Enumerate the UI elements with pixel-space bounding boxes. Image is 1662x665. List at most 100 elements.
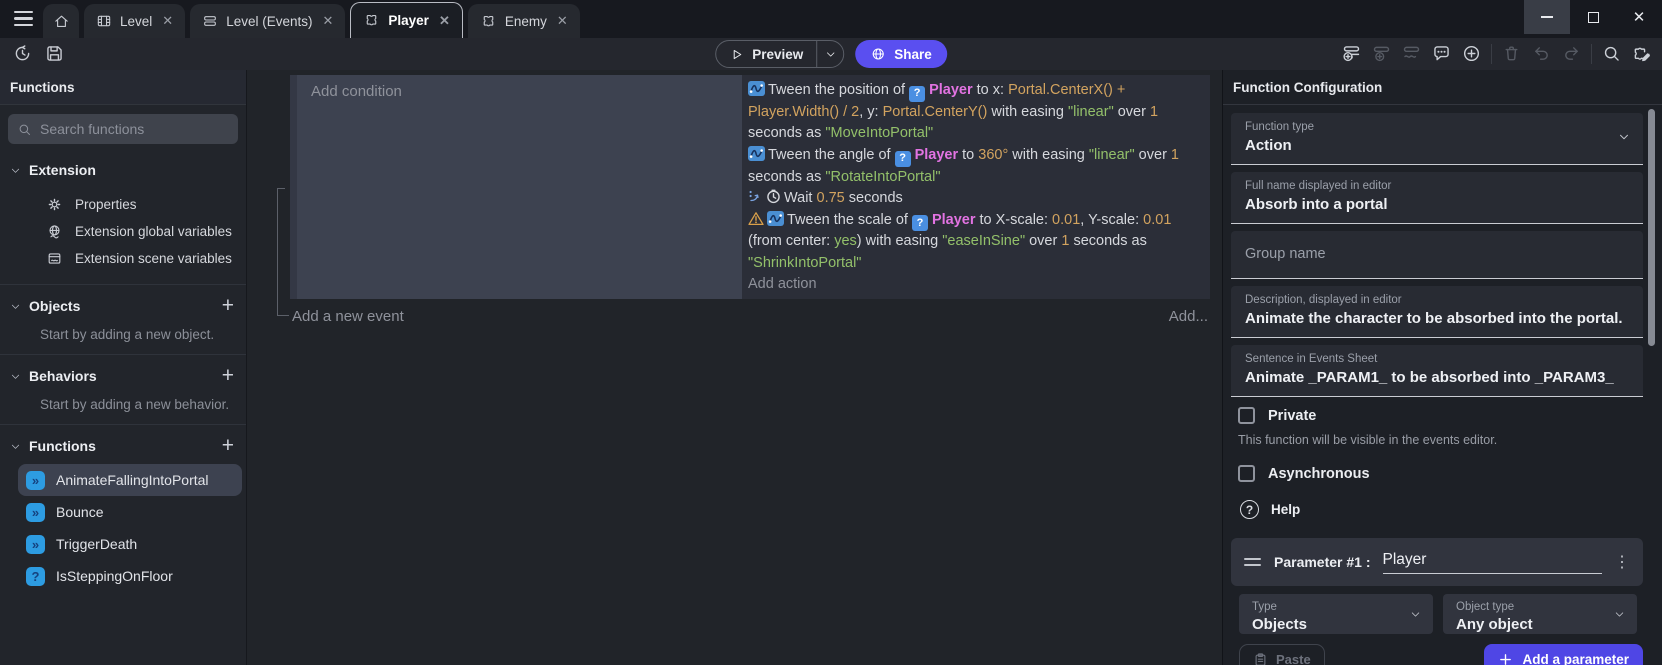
search-icon[interactable] (1601, 43, 1622, 64)
tab-enemy[interactable]: Enemy ✕ (468, 4, 580, 38)
comment-icon[interactable] (1431, 43, 1452, 64)
action-text-segment: Portal.CenterY() (883, 104, 988, 120)
chevron-down-icon[interactable] (10, 441, 21, 452)
save-icon[interactable] (44, 43, 65, 64)
help-button[interactable]: ? Help (1240, 500, 1643, 519)
function-item-issteppingonfloor[interactable]: ? IsSteppingOnFloor (18, 560, 242, 592)
tab-level[interactable]: Level ✕ (84, 4, 185, 38)
section-functions[interactable]: Functions + (0, 434, 246, 458)
edit-extension-icon[interactable] (1631, 43, 1652, 64)
sidebar-item-properties[interactable]: Properties (0, 191, 246, 218)
events-sheet-icon (202, 13, 218, 29)
add-function-button[interactable]: + (222, 436, 234, 456)
sidebar-item-extension-scene-variables[interactable]: Extension scene variables (0, 245, 246, 272)
private-checkbox[interactable] (1238, 407, 1255, 424)
undo-icon[interactable] (1531, 43, 1552, 64)
event-action[interactable]: Tween the position of ?Player to x: Port… (748, 80, 1200, 145)
drag-handle-icon[interactable] (1244, 558, 1261, 566)
field-label: Object type (1456, 601, 1624, 613)
full-name-field[interactable]: Full name displayed in editor Absorb int… (1231, 172, 1643, 224)
add-condition-button[interactable]: Add condition (311, 83, 402, 100)
function-type-select[interactable]: Function type Action (1231, 113, 1643, 165)
history-icon[interactable] (12, 43, 33, 64)
sidebar-item-label: Extension scene variables (75, 251, 232, 266)
parameter-name-input[interactable] (1383, 551, 1602, 574)
event-block[interactable]: Add condition Tween the position of ?Pla… (290, 75, 1210, 299)
delete-icon[interactable] (1501, 43, 1522, 64)
add-new-event-button[interactable]: Add a new event (292, 308, 404, 325)
action-text-segment: seconds (845, 190, 903, 206)
add-more-button[interactable]: Add... (1169, 308, 1208, 325)
function-container-bracket (277, 188, 289, 316)
event-action[interactable]: Tween the scale of ?Player to X-scale: 0… (748, 210, 1200, 275)
paste-button[interactable]: Paste (1239, 644, 1325, 665)
chevron-down-icon (1613, 608, 1626, 621)
add-other-events-icon[interactable] (1401, 43, 1422, 64)
kebab-menu-icon[interactable]: ⋮ (1614, 552, 1630, 572)
section-behaviors[interactable]: Behaviors + (0, 364, 246, 388)
add-action-button[interactable]: Add action (748, 274, 1200, 296)
section-extension[interactable]: Extension (0, 158, 246, 182)
field-value: Any object (1456, 616, 1624, 633)
sentence-field[interactable]: Sentence in Events Sheet Animate _PARAM1… (1231, 345, 1643, 397)
events-sheet[interactable]: Add condition Tween the position of ?Pla… (247, 70, 1222, 665)
object-type-select[interactable]: Object type Any object (1443, 594, 1637, 634)
close-tab-icon[interactable]: ✕ (322, 13, 333, 29)
function-item-bounce[interactable]: » Bounce (18, 496, 242, 528)
event-conditions-cell[interactable]: Add condition (290, 75, 742, 299)
action-text-segment: 360° (978, 147, 1008, 163)
gear-icon (46, 196, 63, 213)
panel-scrollbar[interactable] (1648, 109, 1655, 346)
asynchronous-checkbox[interactable] (1238, 465, 1255, 482)
function-item-triggerdeath[interactable]: » TriggerDeath (18, 528, 242, 560)
event-action[interactable]: Wait 0.75 seconds (748, 188, 1200, 210)
action-text-segment: Player (932, 212, 976, 228)
parameter-1-card[interactable]: Parameter #1 : ⋮ (1231, 538, 1643, 586)
add-circle-icon[interactable] (1461, 43, 1482, 64)
event-action[interactable]: Tween the angle of ?Player to 360° with … (748, 145, 1200, 188)
tab-level-events[interactable]: Level (Events) ✕ (190, 4, 345, 38)
private-helper-text: This function will be visible in the eve… (1238, 433, 1643, 447)
action-text-segment: "easeInSine" (942, 233, 1025, 249)
scene-icon (46, 250, 63, 267)
tab-home[interactable] (43, 4, 79, 38)
add-subevent-icon[interactable] (1371, 43, 1392, 64)
preview-button[interactable]: Preview (715, 40, 844, 68)
action-text-segment: Player (929, 82, 973, 98)
add-object-button[interactable]: + (222, 296, 234, 316)
function-action-icon: » (26, 503, 45, 522)
event-actions-cell[interactable]: Tween the position of ?Player to x: Port… (742, 75, 1210, 299)
close-tab-icon[interactable]: ✕ (557, 13, 568, 29)
preview-options-chevron-icon[interactable] (816, 41, 843, 67)
object-badge-icon: ? (909, 86, 925, 102)
share-button[interactable]: Share (855, 40, 947, 68)
redo-icon[interactable] (1561, 43, 1582, 64)
chevron-down-icon[interactable] (10, 371, 21, 382)
private-checkbox-row[interactable]: Private (1238, 407, 1643, 424)
section-objects[interactable]: Objects + (0, 294, 246, 318)
maximize-button[interactable] (1570, 0, 1616, 34)
close-window-button[interactable]: ✕ (1616, 0, 1662, 34)
chevron-down-icon[interactable] (10, 165, 21, 176)
chevron-down-icon[interactable] (10, 301, 21, 312)
search-input[interactable] (40, 121, 229, 137)
function-item-animatefallingintoportal[interactable]: » AnimateFallingIntoPortal (18, 464, 242, 496)
chevron-down-icon (1617, 130, 1631, 144)
sidebar-item-extension-global-variables[interactable]: Extension global variables (0, 218, 246, 245)
hamburger-menu-icon[interactable] (14, 11, 33, 26)
add-parameter-button[interactable]: Add a parameter (1484, 644, 1643, 665)
minimize-button[interactable] (1524, 0, 1570, 34)
tab-player[interactable]: Player ✕ (350, 2, 462, 38)
warning-icon (748, 211, 764, 226)
close-tab-icon[interactable]: ✕ (439, 13, 450, 29)
close-tab-icon[interactable]: ✕ (162, 13, 173, 29)
asynchronous-checkbox-row[interactable]: Asynchronous (1238, 465, 1643, 482)
field-value: Action (1245, 137, 1629, 155)
action-text-segment: with easing (1008, 147, 1089, 163)
add-event-icon[interactable] (1341, 43, 1362, 64)
description-field[interactable]: Description, displayed in editor Animate… (1231, 286, 1643, 338)
add-behavior-button[interactable]: + (222, 366, 234, 386)
parameter-type-select[interactable]: Type Objects (1239, 594, 1433, 634)
group-name-field[interactable]: Group name (1231, 231, 1643, 279)
search-functions-input[interactable] (8, 114, 238, 144)
